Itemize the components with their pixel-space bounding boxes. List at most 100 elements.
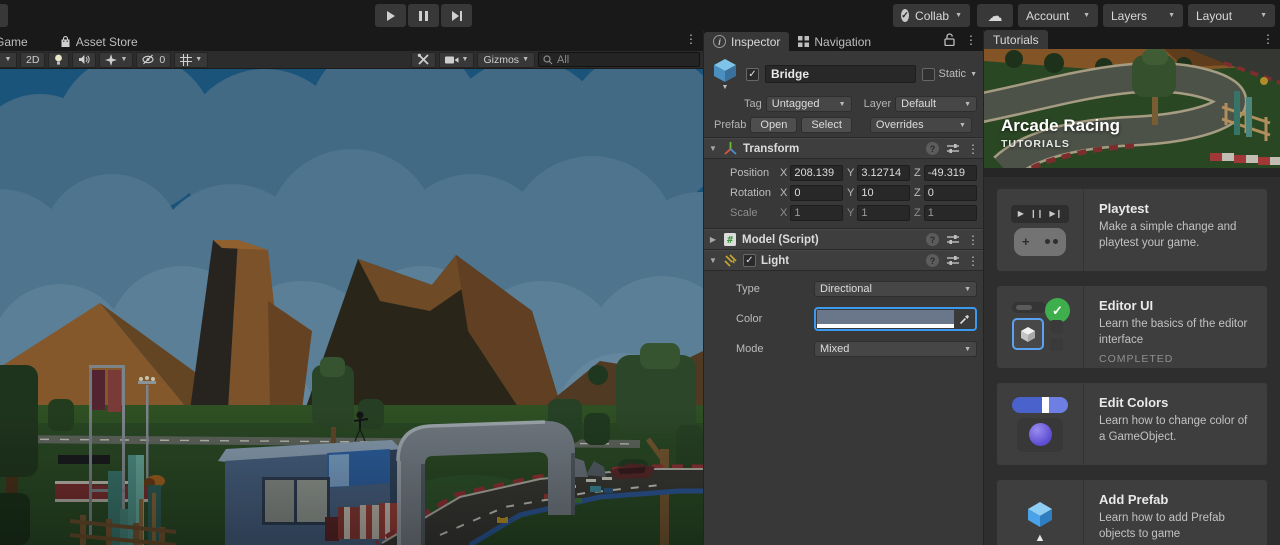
scene-search-input[interactable]: All: [538, 52, 700, 67]
tutorial-card-playtest[interactable]: ▶ ❙❙ ▶❙ + Playtest Make a simple change an…: [997, 189, 1267, 272]
grid-dropdown-button[interactable]: ▼: [174, 51, 209, 68]
tab-inspector[interactable]: i Inspector: [704, 32, 790, 51]
lighting-toggle-button[interactable]: [48, 51, 70, 68]
tutorials-title: Arcade Racing: [1001, 116, 1121, 136]
light-enabled-checkbox[interactable]: ✓: [743, 254, 756, 267]
scale-z-field[interactable]: 1: [923, 204, 977, 221]
rotation-y-field[interactable]: 10: [857, 184, 910, 201]
gameobject-icon-wrap[interactable]: ▼: [710, 57, 740, 91]
collab-dropdown[interactable]: ✓ Collab ▼: [893, 4, 970, 27]
tutorial-card-edit-colors[interactable]: Edit Colors Learn how to change color of…: [997, 383, 1267, 466]
tutorials-tab-bar: Tutorials ⋮: [984, 30, 1280, 50]
layer-label: Layer: [863, 98, 892, 110]
position-row: Position X 208.139 Y 3.12714 Z -49.319: [704, 164, 977, 181]
help-icon[interactable]: ?: [926, 142, 939, 155]
account-dropdown[interactable]: Account ▼: [1018, 4, 1098, 27]
overrides-dropdown[interactable]: Overrides ▼: [869, 117, 972, 133]
collab-label: Collab: [915, 8, 950, 23]
chevron-down-icon: ▼: [120, 56, 128, 63]
scale-y-field[interactable]: 1: [857, 204, 910, 221]
tab-navigation[interactable]: Navigation: [789, 32, 880, 51]
play-button[interactable]: [375, 4, 406, 27]
inspector-tab-bar: i Inspector Navigation ⋮: [704, 30, 983, 51]
game-panel-menu-icon[interactable]: ⋮: [685, 33, 697, 45]
hidden-count: 0: [159, 53, 166, 66]
draw-mode-dropdown-clipped[interactable]: ▼: [0, 51, 17, 68]
svg-text:#: #: [727, 235, 733, 246]
transform-body: Position X 208.139 Y 3.12714 Z -49.319 Rota…: [704, 159, 983, 229]
layers-label: Layers: [1111, 8, 1148, 23]
active-checkbox[interactable]: ✓: [746, 67, 759, 81]
presets-icon[interactable]: [947, 143, 959, 154]
tools-settings-button[interactable]: [410, 51, 436, 68]
tutorial-card-editor-ui[interactable]: ✓ Editor UI Learn the basics of the edit…: [997, 286, 1267, 369]
help-icon[interactable]: ?: [926, 254, 939, 267]
model-script-header[interactable]: ▶ # Model (Script) ? ⋮: [704, 229, 983, 250]
name-field[interactable]: Bridge: [765, 65, 916, 83]
tab-game[interactable]: Game: [0, 32, 37, 51]
light-mode-dropdown[interactable]: Mixed ▼: [814, 341, 977, 357]
component-menu-icon[interactable]: ⋮: [967, 143, 979, 155]
tag-dropdown[interactable]: Untagged ▼: [765, 96, 852, 112]
position-y-field[interactable]: 3.12714: [857, 164, 910, 181]
wrench-screwdriver-icon: [417, 53, 429, 65]
toolbar-mini-icon: [1012, 302, 1046, 314]
light-title: Light: [761, 254, 790, 267]
type-label: Type: [736, 283, 760, 295]
layers-dropdown[interactable]: Layers ▼: [1103, 4, 1183, 27]
presets-icon[interactable]: [947, 255, 959, 266]
prefab-open-button[interactable]: Open: [750, 117, 798, 133]
rotation-x-field[interactable]: 0: [790, 184, 843, 201]
transform-tool-button-clipped[interactable]: [0, 4, 8, 27]
cloud-button[interactable]: ☁: [977, 4, 1013, 27]
foldout-open-icon[interactable]: ▼: [708, 256, 718, 265]
tutorial-card-add-prefab[interactable]: ▲ Add Prefab Learn how to add Prefab obj…: [997, 480, 1267, 545]
light-header[interactable]: ▼ ✓ Light ? ⋮: [704, 250, 983, 271]
foldout-closed-icon[interactable]: ▶: [708, 235, 718, 244]
hidden-objects-button[interactable]: 0: [136, 51, 172, 68]
tab-tutorials-label: Tutorials: [993, 32, 1039, 47]
light-type-dropdown[interactable]: Directional ▼: [814, 281, 977, 297]
layer-dropdown[interactable]: Default ▼: [895, 96, 977, 112]
inspector-menu-icon[interactable]: ⋮: [965, 34, 977, 46]
tutorials-divider: [984, 168, 1280, 178]
shopping-bag-icon: [61, 35, 70, 47]
pause-button[interactable]: [408, 4, 439, 27]
game-viewport[interactable]: [0, 69, 703, 545]
position-z-field[interactable]: -49.319: [923, 164, 977, 181]
2d-toggle-button[interactable]: 2D: [20, 51, 46, 68]
name-value: Bridge: [771, 67, 810, 81]
eye-slash-icon: [142, 54, 154, 65]
transform-header[interactable]: ▼ Transform ? ⋮: [704, 138, 983, 159]
presets-icon[interactable]: [947, 234, 959, 245]
tab-asset-store[interactable]: Asset Store: [51, 32, 147, 51]
step-button[interactable]: [441, 4, 472, 27]
tab-tutorials[interactable]: Tutorials: [984, 30, 1048, 50]
effects-dropdown-button[interactable]: ▼: [99, 51, 134, 68]
gizmos-dropdown-button[interactable]: Gizmos ▼: [477, 51, 535, 68]
layer-value: Default: [901, 98, 936, 110]
play-icon: [386, 10, 395, 21]
audio-toggle-button[interactable]: [72, 51, 97, 68]
component-menu-icon[interactable]: ⋮: [967, 255, 979, 267]
color-slider-icon: [1012, 396, 1068, 413]
component-menu-icon[interactable]: ⋮: [967, 234, 979, 246]
chevron-down-icon: ▼: [461, 56, 469, 63]
position-x-field[interactable]: 208.139: [790, 164, 843, 181]
rotation-z-field[interactable]: 0: [923, 184, 977, 201]
lock-open-icon[interactable]: [944, 33, 955, 46]
prefab-select-button[interactable]: Select: [801, 117, 852, 133]
eyedropper-button[interactable]: [954, 310, 974, 328]
camera-dropdown-button[interactable]: ▼: [438, 51, 475, 68]
help-icon[interactable]: ?: [926, 233, 939, 246]
layout-dropdown[interactable]: Layout ▼: [1188, 4, 1275, 27]
scale-label: Scale: [730, 206, 758, 219]
foldout-open-icon[interactable]: ▼: [708, 144, 718, 153]
scale-x-field[interactable]: 1: [790, 204, 843, 221]
light-icon: [724, 253, 737, 267]
light-color-field[interactable]: [814, 307, 977, 331]
static-control[interactable]: Static ▼: [921, 67, 977, 81]
static-checkbox[interactable]: [921, 67, 935, 81]
tutorials-menu-icon[interactable]: ⋮: [1262, 33, 1274, 45]
tutorials-header-image: [961, 49, 1280, 180]
